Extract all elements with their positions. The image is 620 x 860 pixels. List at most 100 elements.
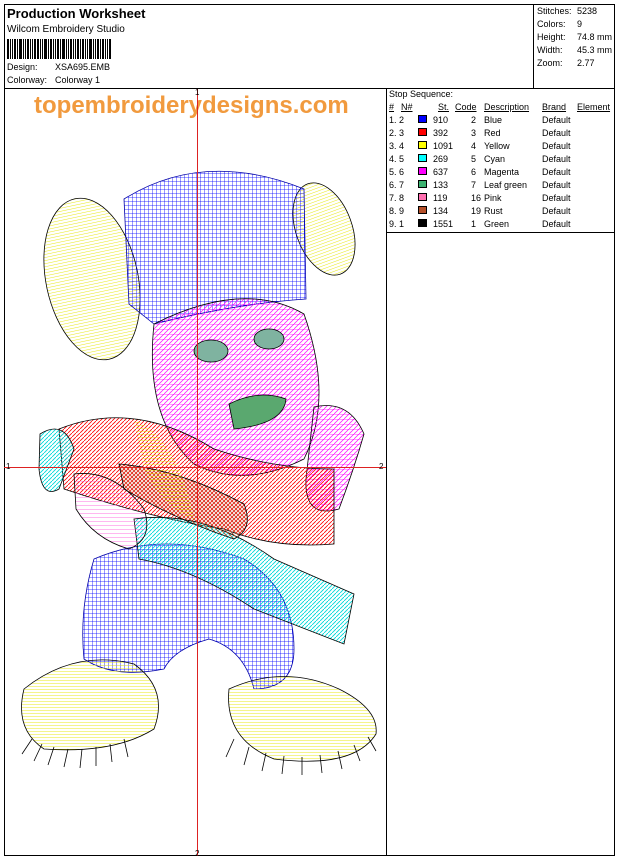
color-swatch [418, 193, 427, 201]
colorway-label: Colorway: [7, 75, 48, 85]
barcode-bar [82, 39, 84, 59]
company-name: Wilcom Embroidery Studio [7, 24, 125, 35]
header-info: Production Worksheet Wilcom Embroidery S… [4, 4, 533, 88]
worksheet-title: Production Worksheet [7, 6, 146, 21]
barcode-bar [85, 39, 86, 59]
barcode-bar [50, 39, 52, 59]
row-stitches: 119 [433, 193, 448, 203]
barcode-bar [75, 39, 76, 59]
stop-row: 8. 9 134 19 Rust Default [387, 206, 615, 219]
row-code: 16 [471, 193, 482, 203]
row-num: 8. [389, 206, 397, 216]
row-brand: Default [542, 180, 571, 190]
barcode-bar [23, 39, 24, 59]
col-header-st: St. [438, 102, 450, 112]
row-stitches: 269 [433, 154, 449, 164]
barcode-bar [68, 39, 69, 59]
row-brand: Default [542, 193, 571, 203]
axis-label-right: 2 [379, 462, 384, 471]
barcode-bar [87, 39, 88, 59]
stat-stitches: Stitches: 5238 [537, 5, 615, 18]
row-num: 3. [389, 141, 397, 151]
barcode-bar [53, 39, 54, 59]
row-code: 19 [471, 206, 482, 216]
barcode-bar [55, 39, 56, 59]
stop-row: 4. 5 269 5 Cyan Default [387, 154, 615, 167]
row-description: Pink [484, 193, 502, 203]
barcode-bar [60, 39, 61, 59]
watermark-text: topembroiderydesigns.com [34, 92, 349, 119]
row-num: 9. [389, 219, 397, 229]
row-n: 4 [399, 141, 405, 151]
stat-value: 9 [577, 19, 583, 29]
axis-label-top: 1 [195, 88, 200, 97]
colorway-value: Colorway 1 [55, 75, 101, 85]
row-brand: Default [542, 219, 571, 229]
design-line: Design: XSA695.EMB [7, 62, 110, 72]
col-header-element: Element [577, 102, 611, 112]
row-brand: Default [542, 206, 571, 216]
barcode-bar [93, 39, 94, 59]
row-brand: Default [542, 167, 571, 177]
barcode-bar [77, 39, 79, 59]
row-num: 4. [389, 154, 397, 164]
row-n: 5 [399, 154, 405, 164]
barcode-bar [66, 39, 67, 59]
color-swatch [418, 206, 427, 214]
barcode-bar [42, 39, 43, 59]
row-stitches: 133 [433, 180, 449, 190]
color-swatch [418, 154, 427, 162]
barcode-bar [40, 39, 41, 59]
row-num: 2. [389, 128, 397, 138]
color-swatch [418, 167, 427, 175]
row-stitches: 637 [433, 167, 449, 177]
design-value: XSA695.EMB [55, 62, 111, 72]
row-stitches: 392 [433, 128, 449, 138]
stat-label: Height: [537, 32, 566, 42]
barcode-bar [70, 39, 72, 59]
header-divider [533, 4, 534, 88]
stop-row: 2. 3 392 3 Red Default [387, 128, 615, 141]
barcode-bar [48, 39, 49, 59]
barcode-bar [89, 39, 92, 59]
color-swatch [418, 219, 427, 227]
stop-row: 1. 2 910 2 Blue Default [387, 115, 615, 128]
row-stitches: 1091 [433, 141, 454, 151]
row-brand: Default [542, 154, 571, 164]
col-header-code: Code [455, 102, 477, 112]
barcode-bar [102, 39, 104, 59]
stat-width: Width: 45.3 mm [537, 44, 615, 57]
horizontal-axis-line [4, 467, 386, 468]
row-code: 3 [471, 128, 477, 138]
axis-label-bottom: 2 [195, 849, 200, 858]
axis-label-left: 1 [6, 462, 11, 471]
barcode-bar [73, 39, 74, 59]
vertical-axis-line [197, 89, 198, 856]
stat-label: Width: [537, 45, 563, 55]
barcode-bar [14, 39, 16, 59]
color-swatch [418, 141, 427, 149]
col-header-brand: Brand [542, 102, 567, 112]
row-num: 1. [389, 115, 397, 125]
barcode-bar [97, 39, 99, 59]
row-brand: Default [542, 128, 571, 138]
barcode-bar [32, 39, 33, 59]
stat-value: 5238 [577, 6, 598, 16]
stop-row: 7. 8 119 16 Pink Default [387, 193, 615, 206]
stop-row: 9. 1 1551 1 Green Default [387, 219, 615, 232]
stat-colors: Colors: 9 [537, 18, 615, 31]
colorway-line: Colorway: Colorway 1 [7, 75, 100, 85]
color-swatch [418, 115, 427, 123]
row-code: 7 [471, 180, 477, 190]
barcode-bar [34, 39, 36, 59]
barcode-bar [19, 39, 22, 59]
stat-height: Height: 74.8 mm [537, 31, 615, 44]
row-code: 1 [471, 219, 477, 229]
barcode-bar [62, 39, 65, 59]
barcode-bar [12, 39, 13, 59]
stop-row: 5. 6 637 6 Magenta Default [387, 167, 615, 180]
row-code: 2 [471, 115, 477, 125]
barcode-bar [109, 39, 111, 59]
color-swatch [418, 128, 427, 136]
row-description: Green [484, 219, 510, 229]
